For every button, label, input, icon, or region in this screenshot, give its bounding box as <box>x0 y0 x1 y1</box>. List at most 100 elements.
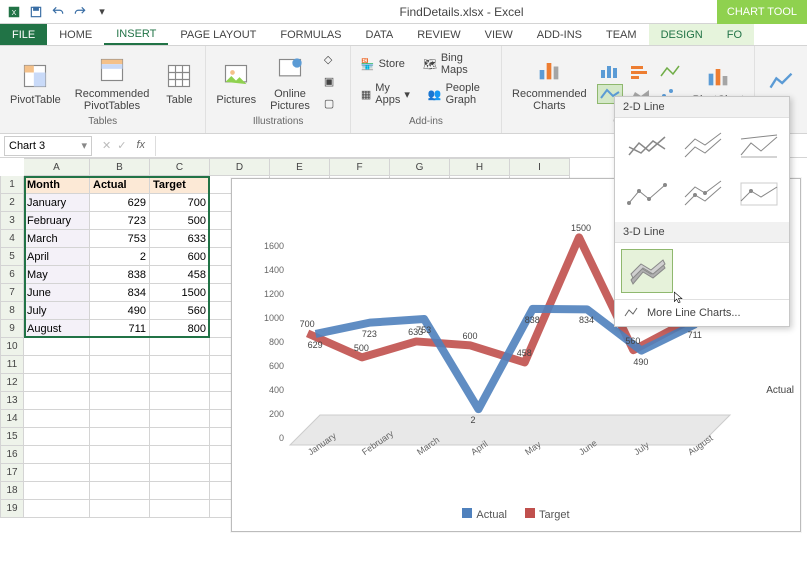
cell-A8[interactable]: July <box>24 302 90 320</box>
cell-B12[interactable] <box>90 374 150 392</box>
tab-design[interactable]: DESIGN <box>649 24 715 45</box>
row-header-11[interactable]: 11 <box>0 356 24 374</box>
enter-formula-icon[interactable]: ✓ <box>117 139 126 152</box>
cell-A9[interactable]: August <box>24 320 90 338</box>
row-header-3[interactable]: 3 <box>0 212 24 230</box>
cell-C7[interactable]: 1500 <box>150 284 210 302</box>
tab-data[interactable]: DATA <box>354 24 406 45</box>
cell-B8[interactable]: 490 <box>90 302 150 320</box>
cell-C13[interactable] <box>150 392 210 410</box>
2d-line-option-2[interactable] <box>677 124 729 168</box>
chevron-down-icon[interactable]: ▾ <box>81 139 87 152</box>
col-header-G[interactable]: G <box>390 158 450 176</box>
tab-insert[interactable]: INSERT <box>104 24 168 45</box>
cell-A4[interactable]: March <box>24 230 90 248</box>
cell-A15[interactable] <box>24 428 90 446</box>
2d-line-option-3[interactable] <box>733 124 785 168</box>
cell-C1[interactable]: Target <box>150 176 210 194</box>
cell-A2[interactable]: January <box>24 194 90 212</box>
2d-line-option-1[interactable] <box>621 124 673 168</box>
bing-maps-button[interactable]: 🗺Bing Maps <box>419 50 495 78</box>
cell-B15[interactable] <box>90 428 150 446</box>
3d-line-option[interactable] <box>621 249 673 293</box>
cell-C2[interactable]: 700 <box>150 194 210 212</box>
cell-A3[interactable]: February <box>24 212 90 230</box>
cell-B14[interactable] <box>90 410 150 428</box>
cell-B1[interactable]: Actual <box>90 176 150 194</box>
col-header-D[interactable]: D <box>210 158 270 176</box>
row-header-19[interactable]: 19 <box>0 500 24 518</box>
row-header-16[interactable]: 16 <box>0 446 24 464</box>
cell-A16[interactable] <box>24 446 90 464</box>
tab-home[interactable]: HOME <box>47 24 104 45</box>
row-header-1[interactable]: 1 <box>0 176 24 194</box>
pictures-button[interactable]: Pictures <box>212 58 260 108</box>
row-header-8[interactable]: 8 <box>0 302 24 320</box>
cell-A12[interactable] <box>24 374 90 392</box>
row-header-13[interactable]: 13 <box>0 392 24 410</box>
cell-B17[interactable] <box>90 464 150 482</box>
cell-B7[interactable]: 834 <box>90 284 150 302</box>
cell-C6[interactable]: 458 <box>150 266 210 284</box>
row-header-12[interactable]: 12 <box>0 374 24 392</box>
cell-C3[interactable]: 500 <box>150 212 210 230</box>
chart-type-bar[interactable] <box>627 62 653 82</box>
pivottable-button[interactable]: PivotTable <box>6 58 65 108</box>
cell-A13[interactable] <box>24 392 90 410</box>
col-header-C[interactable]: C <box>150 158 210 176</box>
row-header-10[interactable]: 10 <box>0 338 24 356</box>
cell-A17[interactable] <box>24 464 90 482</box>
row-header-14[interactable]: 14 <box>0 410 24 428</box>
cell-C15[interactable] <box>150 428 210 446</box>
cell-C18[interactable] <box>150 482 210 500</box>
cell-A11[interactable] <box>24 356 90 374</box>
chart-type-column[interactable] <box>597 62 623 82</box>
cell-A14[interactable] <box>24 410 90 428</box>
cell-C16[interactable] <box>150 446 210 464</box>
2d-line-option-5[interactable] <box>677 172 729 216</box>
table-button[interactable]: Table <box>159 58 199 108</box>
tab-add-ins[interactable]: ADD-INS <box>525 24 594 45</box>
cell-B4[interactable]: 753 <box>90 230 150 248</box>
tab-fo[interactable]: FO <box>715 24 754 45</box>
cell-B5[interactable]: 2 <box>90 248 150 266</box>
cell-B18[interactable] <box>90 482 150 500</box>
cell-B2[interactable]: 629 <box>90 194 150 212</box>
shapes-button[interactable]: ◇ <box>320 51 344 71</box>
cancel-formula-icon[interactable]: ✕ <box>102 139 111 152</box>
cell-B19[interactable] <box>90 500 150 518</box>
cell-A10[interactable] <box>24 338 90 356</box>
screenshot-button[interactable]: ▢ <box>320 95 344 115</box>
cell-C12[interactable] <box>150 374 210 392</box>
col-header-B[interactable]: B <box>90 158 150 176</box>
cell-B11[interactable] <box>90 356 150 374</box>
row-header-15[interactable]: 15 <box>0 428 24 446</box>
people-graph-button[interactable]: 👥People Graph <box>424 80 495 108</box>
cell-B9[interactable]: 711 <box>90 320 150 338</box>
recommended-pivottables-button[interactable]: Recommended PivotTables <box>71 52 154 114</box>
2d-line-option-6[interactable] <box>733 172 785 216</box>
cell-C5[interactable]: 600 <box>150 248 210 266</box>
tab-page-layout[interactable]: PAGE LAYOUT <box>168 24 268 45</box>
cell-C11[interactable] <box>150 356 210 374</box>
save-icon[interactable] <box>26 2 46 22</box>
recommended-charts-button[interactable]: Recommended Charts <box>508 52 591 114</box>
cell-B10[interactable] <box>90 338 150 356</box>
undo-icon[interactable] <box>48 2 68 22</box>
online-pictures-button[interactable]: Online Pictures <box>266 52 314 114</box>
row-header-9[interactable]: 9 <box>0 320 24 338</box>
row-header-18[interactable]: 18 <box>0 482 24 500</box>
cell-C4[interactable]: 633 <box>150 230 210 248</box>
row-header-17[interactable]: 17 <box>0 464 24 482</box>
qat-dropdown-icon[interactable]: ▾ <box>92 2 112 22</box>
cell-A6[interactable]: May <box>24 266 90 284</box>
fx-icon[interactable]: fx <box>132 139 149 152</box>
my-apps-button[interactable]: ▦My Apps ▾ <box>357 80 414 108</box>
row-header-2[interactable]: 2 <box>0 194 24 212</box>
tab-team[interactable]: TEAM <box>594 24 649 45</box>
cell-C17[interactable] <box>150 464 210 482</box>
2d-line-option-4[interactable] <box>621 172 673 216</box>
col-header-H[interactable]: H <box>450 158 510 176</box>
cell-A5[interactable]: April <box>24 248 90 266</box>
cell-A1[interactable]: Month <box>24 176 90 194</box>
